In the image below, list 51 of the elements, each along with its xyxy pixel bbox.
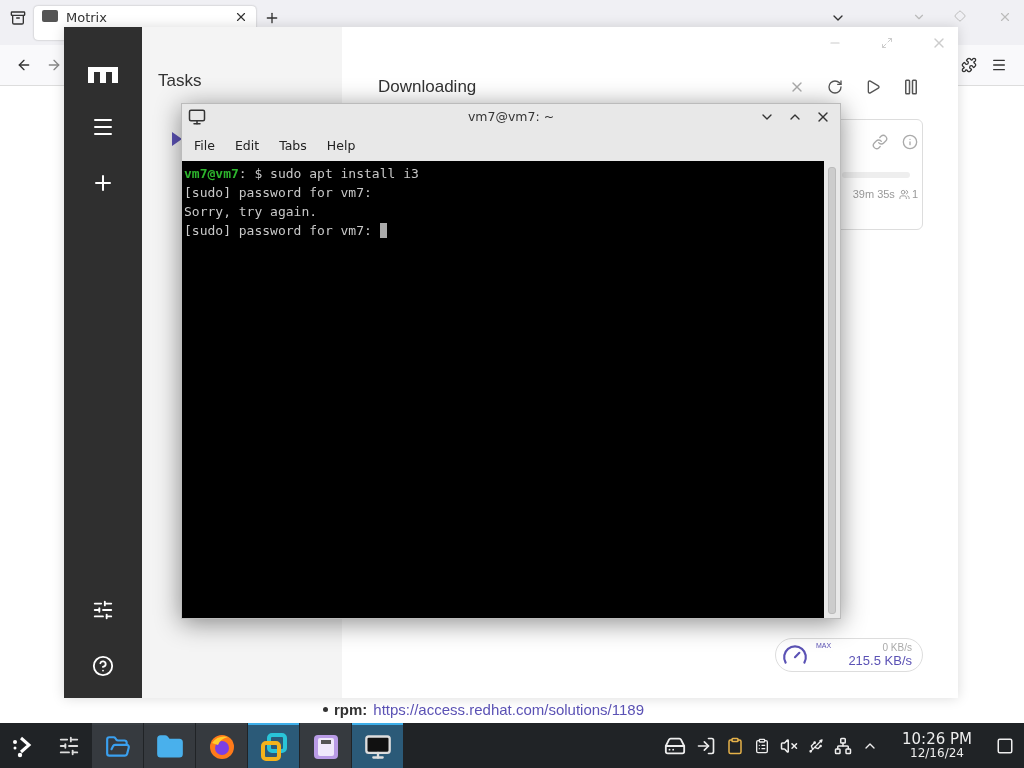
bullet-icon	[323, 707, 328, 712]
taskbar-app[interactable]	[352, 723, 403, 768]
muted-speaker-icon[interactable]	[780, 736, 798, 755]
panel-title: Tasks	[158, 71, 203, 91]
download-speed: 215.5 KB/s	[848, 653, 912, 668]
peers-icon	[898, 188, 910, 200]
forward-icon[interactable]	[46, 57, 62, 73]
command-line: vm7@vm7: $ sudo apt install i3	[184, 165, 420, 183]
menu-item[interactable]: Edit	[226, 134, 268, 156]
terminal-console[interactable]: vm7@vm7: $ sudo apt install i3 [sudo] password for vm7: Sorry, try again. [sudo] password for vm7:	[182, 161, 824, 618]
menu-item[interactable]: File	[186, 134, 223, 156]
new-tab-icon[interactable]	[264, 10, 280, 26]
folder-icon	[155, 732, 184, 761]
clock[interactable]: 10:26 PM 12/16/24	[888, 732, 986, 759]
monitor-icon	[363, 732, 392, 761]
show-desktop-icon[interactable]	[996, 736, 1014, 755]
menu-item[interactable]: Help	[318, 134, 364, 156]
output-line: [sudo] password for vm7:	[184, 222, 373, 240]
upload-speed: 0 KB/s	[882, 642, 912, 653]
login-icon[interactable]	[696, 735, 716, 756]
text-cursor	[379, 223, 387, 238]
menu-item[interactable]: Tabs	[271, 134, 315, 156]
extensions-icon[interactable]	[961, 57, 977, 73]
connection-count: 1	[911, 188, 918, 200]
section-title: Downloading	[378, 77, 477, 97]
close-icon[interactable]	[234, 10, 248, 24]
network-icon[interactable]	[834, 736, 852, 755]
terminal-icon	[188, 107, 206, 126]
floppy-icon	[312, 733, 339, 760]
taskbar-app[interactable]	[196, 723, 247, 768]
window-title: vm7@vm7: ~	[466, 109, 556, 124]
time-remaining: 39m 35s	[852, 188, 895, 200]
output-line: [sudo] password for vm7:	[184, 184, 373, 202]
list-label: rpm:	[334, 701, 368, 718]
tab-list-icon[interactable]	[10, 10, 26, 26]
help-icon[interactable]	[91, 654, 115, 678]
notes-icon[interactable]	[754, 737, 770, 754]
clipboard-icon[interactable]	[726, 736, 744, 755]
page-link[interactable]: https://access.redhat.com/solutions/1189	[373, 701, 645, 718]
folder-icon	[104, 733, 131, 760]
overlapping-squares-icon	[258, 731, 289, 762]
menu-icon[interactable]	[991, 57, 1007, 73]
motrix-logo[interactable]	[88, 67, 118, 83]
browser-icon	[207, 732, 236, 761]
taskbar-app[interactable]	[300, 723, 351, 768]
output-line: Sorry, try again.	[184, 203, 319, 221]
favicon-icon	[42, 10, 58, 22]
progress-track	[842, 172, 910, 178]
usb-icon[interactable]	[808, 737, 824, 754]
settings-icon[interactable]	[91, 598, 115, 622]
back-icon[interactable]	[16, 57, 32, 73]
